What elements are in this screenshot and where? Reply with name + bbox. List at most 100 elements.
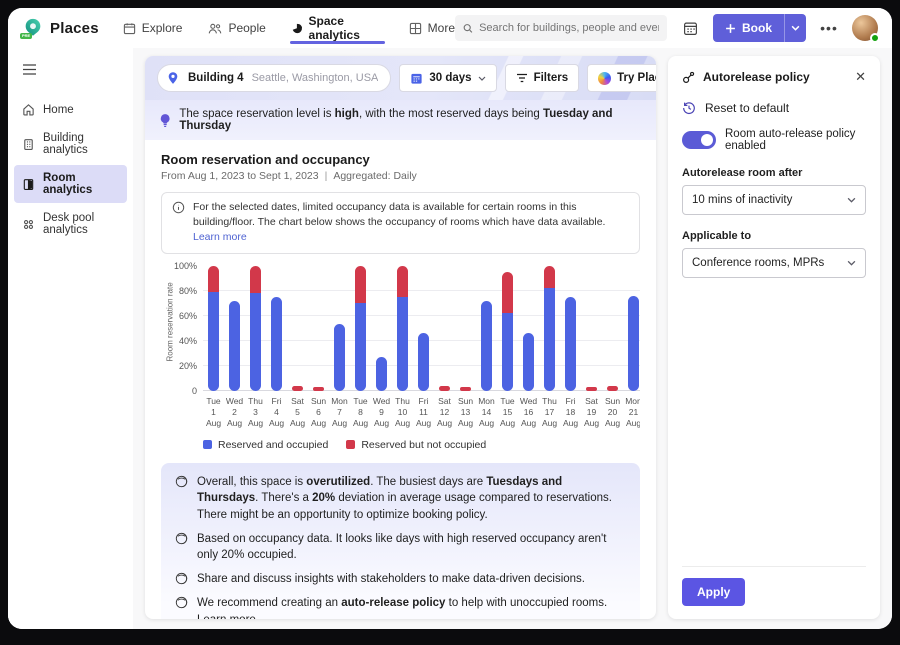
x-label: Sun20Aug [602, 396, 623, 429]
policy-toggle-label: Room auto-release policy enabled [725, 128, 866, 152]
bar-sun-13-aug [455, 266, 476, 391]
bar-fri-11-aug [413, 266, 434, 391]
x-label: Tue8Aug [350, 396, 371, 429]
bar-tue-8-aug [350, 266, 371, 391]
bar-fri-18-aug [560, 266, 581, 391]
x-label: Thu10Aug [392, 396, 413, 429]
book-dropdown-button[interactable] [784, 14, 806, 42]
x-label: Sat5Aug [287, 396, 308, 429]
bar-fri-4-aug [266, 266, 287, 391]
location-pin-icon [166, 71, 180, 85]
sidebar-item-desk-pool-analytics[interactable]: Desk pool analytics [14, 205, 127, 243]
insight-banner: The space reservation level is high, wit… [145, 100, 656, 140]
bar-tue-15-aug [497, 266, 518, 391]
calendar-blue-icon [410, 72, 423, 85]
apply-button[interactable]: Apply [682, 578, 745, 606]
policy-toggle-row: Room auto-release policy enabled [682, 128, 866, 152]
global-search[interactable] [455, 15, 667, 41]
legend-reserved-occupied: Reserved and occupied [203, 439, 328, 451]
x-label: Tue15Aug [497, 396, 518, 429]
card-body: Room reservation and occupancy From Aug … [145, 140, 656, 619]
sidebar-item-room-analytics[interactable]: Room analytics [14, 165, 127, 203]
plus-icon [725, 23, 736, 34]
bar-sat-19-aug [581, 266, 602, 391]
tab-explore[interactable]: Explore [123, 8, 183, 48]
filters-button[interactable]: Filters [505, 64, 580, 92]
bar-sun-6-aug [308, 266, 329, 391]
insight-item: Overall, this space is overutilized. The… [175, 474, 626, 524]
chart-plot-area: Tue1AugWed2AugThu3AugFri4AugSat5AugSun6A… [203, 266, 640, 429]
learn-more-link[interactable]: Learn more [193, 231, 247, 243]
chevron-down-icon [478, 76, 486, 81]
card-toolbar: Building 4 Seattle, Washington, USA 30 d… [145, 56, 656, 100]
bar-thu-17-aug [539, 266, 560, 391]
ellipsis-icon: ••• [820, 20, 838, 36]
insight-item: Share and discuss insights with stakehol… [175, 571, 626, 588]
applicable-to-label: Applicable to [682, 230, 866, 242]
filter-icon [516, 73, 528, 83]
reset-icon [682, 101, 696, 115]
insight-banner-text: The space reservation level is high, wit… [179, 108, 642, 132]
bar-wed-16-aug [518, 266, 539, 391]
book-split-button: Book [713, 14, 806, 42]
app-window: PRE Places Explore People Space analytic… [8, 8, 892, 629]
calendar-icon [123, 22, 136, 35]
autorelease-after-label: Autorelease room after [682, 167, 866, 179]
more-options-button[interactable]: ••• [816, 15, 842, 41]
app-title: Places [50, 20, 99, 37]
y-axis-ticks: 020%40%60%80%100% [173, 266, 203, 391]
search-input[interactable] [479, 22, 659, 34]
sidebar-item-home[interactable]: Home [14, 96, 127, 123]
panel-footer: Apply [682, 566, 866, 606]
insight-icon [175, 596, 188, 609]
places-logo-icon: PRE [22, 17, 44, 39]
chart-legend: Reserved and occupied Reserved but not o… [203, 439, 640, 451]
chevron-down-icon [791, 25, 800, 31]
try-places-copilot-button[interactable]: Try Places Copilot [587, 64, 656, 92]
autorelease-icon [682, 71, 695, 84]
insights-panel: Overall, this space is overutilized. The… [161, 463, 640, 619]
topbar-actions: Book ••• [455, 14, 878, 42]
x-label: Wed2Aug [224, 396, 245, 429]
tab-space-analytics[interactable]: Space analytics [292, 8, 383, 48]
logo-badge: PRE [20, 33, 32, 39]
bar-sat-12-aug [434, 266, 455, 391]
sidebar-item-building-analytics[interactable]: Building analytics [14, 125, 127, 163]
building-location: Seattle, Washington, USA [252, 72, 379, 84]
close-icon[interactable]: ✕ [855, 69, 866, 85]
user-avatar[interactable] [852, 15, 878, 41]
autorelease-after-dropdown[interactable]: 10 mins of inactivity [682, 185, 866, 215]
panel-header: Autorelease policy ✕ [682, 69, 866, 85]
search-icon [463, 23, 473, 34]
insight-icon [175, 572, 188, 585]
date-range-dropdown[interactable]: 30 days [399, 64, 496, 92]
room-icon [22, 178, 35, 191]
policy-toggle[interactable] [682, 131, 716, 149]
chevron-down-icon [847, 197, 856, 203]
bar-wed-2-aug [224, 266, 245, 391]
chart-plot [203, 266, 640, 391]
bar-thu-3-aug [245, 266, 266, 391]
bar-mon-14-aug [476, 266, 497, 391]
bar-wed-9-aug [371, 266, 392, 391]
panel-title: Autorelease policy [703, 70, 810, 84]
legend-reserved-not-occupied: Reserved but not occupied [346, 439, 486, 451]
legend-swatch-red [346, 440, 355, 449]
mini-calendar-icon[interactable] [677, 15, 703, 41]
building-selector[interactable]: Building 4 Seattle, Washington, USA [157, 64, 391, 92]
desk-pool-icon [22, 218, 35, 231]
x-axis-labels: Tue1AugWed2AugThu3AugFri4AugSat5AugSun6A… [203, 396, 640, 429]
x-label: Fri18Aug [560, 396, 581, 429]
copilot-icon [598, 72, 611, 85]
reset-to-default-button[interactable]: Reset to default [682, 101, 866, 115]
tab-more[interactable]: More [409, 8, 455, 48]
book-button[interactable]: Book [713, 14, 784, 42]
tab-people[interactable]: People [208, 8, 265, 48]
building-name: Building 4 [188, 72, 244, 84]
lightbulb-icon [159, 113, 171, 128]
hamburger-menu-icon[interactable] [14, 56, 127, 94]
top-tabs: Explore People Space analytics More [123, 8, 455, 48]
bar-thu-10-aug [392, 266, 413, 391]
applicable-to-dropdown[interactable]: Conference rooms, MPRs [682, 248, 866, 278]
legend-swatch-blue [203, 440, 212, 449]
